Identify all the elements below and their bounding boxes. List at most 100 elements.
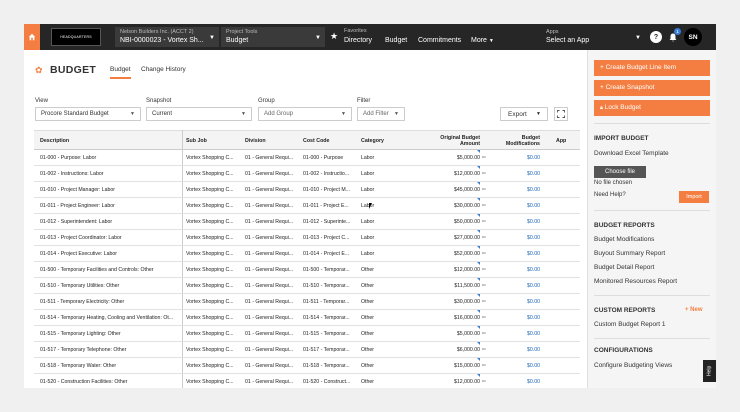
filter-select[interactable]: Add Filter ▼	[357, 107, 405, 121]
download-template-link[interactable]: Download Excel Template	[594, 150, 669, 157]
cell-budget-modifications[interactable]: $0.00	[504, 278, 540, 294]
table-row[interactable]: 01-511 - Temporary Electricity: Other Vor…	[34, 294, 580, 310]
cell-budget-modifications[interactable]: $0.00	[504, 342, 540, 358]
cell-budget-modifications[interactable]: $0.00	[504, 150, 540, 166]
cell-budget-modifications[interactable]: $0.00	[504, 326, 540, 342]
row-menu-icon[interactable]: •••	[482, 358, 486, 373]
cell-budget-modifications[interactable]: $0.00	[504, 262, 540, 278]
report-link-buyout-summary[interactable]: Buyout Summary Report	[594, 250, 665, 257]
table-row[interactable]: 01-010 - Project Manager: Labor Vortex Sh…	[34, 182, 580, 198]
view-select[interactable]: Procore Standard Budget ▼	[35, 107, 141, 121]
cell-budget-modifications[interactable]: $0.00	[504, 166, 540, 182]
row-menu-icon[interactable]: •••	[482, 166, 486, 181]
help-tab[interactable]: Help	[703, 360, 716, 382]
table-row[interactable]: 01-520 - Construction Facilities: Other V…	[34, 374, 580, 388]
create-snapshot-button[interactable]: + Create Snapshot	[594, 80, 710, 96]
tab-change-history[interactable]: Change History	[141, 66, 186, 73]
table-row[interactable]: 01-517 - Temporary Telephone: Other Vorte…	[34, 342, 580, 358]
import-button[interactable]: Import	[679, 191, 709, 203]
home-button[interactable]	[24, 24, 40, 50]
favorite-commitments[interactable]: Commitments	[418, 37, 461, 44]
cell-cost-code: 01-518 - Temporar...	[303, 363, 350, 369]
cell-category: Labor	[361, 171, 375, 177]
col-original-budget[interactable]: Original Budget Amount	[434, 131, 480, 151]
company-project-selector[interactable]: Nelson Builders Inc. (ACCT 2) NBI-000002…	[115, 27, 219, 47]
table-row[interactable]: 01-014 - Project Executive: Labor Vortex …	[34, 246, 580, 262]
star-icon[interactable]: ★	[330, 31, 338, 42]
row-menu-icon[interactable]: •••	[482, 230, 486, 245]
avatar[interactable]: SN	[684, 28, 702, 46]
choose-file-button[interactable]: Choose file	[594, 166, 646, 178]
col-cost-code[interactable]: Cost Code	[303, 131, 358, 151]
row-menu-icon[interactable]: •••	[482, 150, 486, 165]
cell-category: Other	[361, 347, 374, 353]
col-app[interactable]: App	[556, 131, 580, 151]
cell-budget-modifications[interactable]: $0.00	[504, 374, 540, 388]
tab-budget[interactable]: Budget	[110, 66, 131, 79]
cell-budget-modifications[interactable]: $0.00	[504, 230, 540, 246]
corner-marker-icon	[477, 230, 480, 233]
col-sub-job[interactable]: Sub Job	[186, 131, 241, 151]
favorite-directory[interactable]: Directory	[344, 37, 372, 44]
lock-budget-button[interactable]: 🔒︎ Lock Budget	[594, 100, 710, 116]
cell-budget-modifications[interactable]: $0.00	[504, 246, 540, 262]
row-menu-icon[interactable]: •••	[482, 278, 486, 293]
row-menu-icon[interactable]: •••	[482, 182, 486, 197]
favorite-budget[interactable]: Budget	[385, 37, 407, 44]
cell-budget-modifications[interactable]: $0.00	[504, 214, 540, 230]
cell-budget-modifications[interactable]: $0.00	[504, 310, 540, 326]
favorite-more[interactable]: More ▼	[471, 37, 494, 44]
report-link-budget-modifications[interactable]: Budget Modifications	[594, 236, 654, 243]
table-row[interactable]: 01-000 - Purpose: Labor Vortex Shopping C…	[34, 150, 580, 166]
row-menu-icon[interactable]: •••	[482, 198, 486, 213]
new-custom-report-link[interactable]: + New	[685, 307, 703, 313]
row-menu-icon[interactable]: •••	[482, 326, 486, 341]
row-menu-icon[interactable]: •••	[482, 214, 486, 229]
snapshot-select[interactable]: Current ▼	[146, 107, 252, 121]
report-link-monitored-resources[interactable]: Monitored Resources Report	[594, 278, 677, 285]
row-menu-icon[interactable]: •••	[482, 310, 486, 325]
notification-bell-icon[interactable]: 1	[667, 28, 681, 43]
row-menu-icon[interactable]: •••	[482, 342, 486, 357]
custom-report-link[interactable]: Custom Budget Report 1	[594, 321, 666, 328]
cell-budget-modifications[interactable]: $0.00	[504, 182, 540, 198]
table-row[interactable]: 01-515 - Temporary Lighting: Other Vortex…	[34, 326, 580, 342]
cell-original-budget: $30,000.00	[454, 203, 480, 209]
group-select[interactable]: Add Group ▼	[258, 107, 352, 121]
table-row[interactable]: 01-012 - Superintendent: Labor Vortex Sho…	[34, 214, 580, 230]
col-category[interactable]: Category	[361, 131, 411, 151]
row-menu-icon[interactable]: •••	[482, 262, 486, 277]
help-icon[interactable]: ?	[650, 31, 662, 43]
tool-selector[interactable]: Project Tools Budget ▼	[221, 27, 325, 47]
table-row[interactable]: 01-514 - Temporary Heating, Cooling and …	[34, 310, 580, 326]
cell-description: 01-010 - Project Manager: Labor	[40, 187, 115, 193]
fullscreen-icon[interactable]	[554, 107, 568, 121]
table-row[interactable]: 01-518 - Temporary Water: Other Vortex Sh…	[34, 358, 580, 374]
table-row[interactable]: 01-011 - Project Engineer: Labor Vortex S…	[34, 198, 580, 214]
gear-icon[interactable]: ✿	[35, 65, 43, 76]
notification-badge: 1	[674, 28, 681, 35]
row-menu-icon[interactable]: •••	[482, 374, 486, 388]
col-division[interactable]: Division	[245, 131, 300, 151]
cell-cost-code: 01-517 - Temporar...	[303, 347, 350, 353]
create-budget-line-item-button[interactable]: + Create Budget Line Item	[594, 60, 710, 76]
col-description[interactable]: Description	[40, 131, 180, 151]
table-row[interactable]: 01-013 - Project Coordinator: Labor Vorte…	[34, 230, 580, 246]
table-row[interactable]: 01-002 - Instructions: Labor Vortex Shopp…	[34, 166, 580, 182]
cell-budget-modifications[interactable]: $0.00	[504, 198, 540, 214]
row-menu-icon[interactable]: •••	[482, 294, 486, 309]
top-nav: HEADQUARTERS Nelson Builders Inc. (ACCT …	[24, 24, 716, 50]
cell-budget-modifications[interactable]: $0.00	[504, 294, 540, 310]
corner-marker-icon	[477, 294, 480, 297]
apps-selector[interactable]: Apps Select an App ▼	[541, 27, 645, 47]
table-row[interactable]: 01-500 - Temporary Facilities and Contro…	[34, 262, 580, 278]
cell-budget-modifications[interactable]: $0.00	[504, 358, 540, 374]
report-link-budget-detail[interactable]: Budget Detail Report	[594, 264, 654, 271]
col-budget-modifications[interactable]: Budget Modifications	[496, 131, 540, 151]
table-row[interactable]: 01-510 - Temporary Utilities: Other Vorte…	[34, 278, 580, 294]
need-help-link[interactable]: Need Help?	[594, 192, 626, 198]
configure-views-link[interactable]: Configure Budgeting Views	[594, 362, 672, 369]
row-menu-icon[interactable]: •••	[482, 246, 486, 261]
export-button[interactable]: Export ▼	[500, 107, 548, 121]
company-logo[interactable]: HEADQUARTERS	[51, 28, 101, 46]
